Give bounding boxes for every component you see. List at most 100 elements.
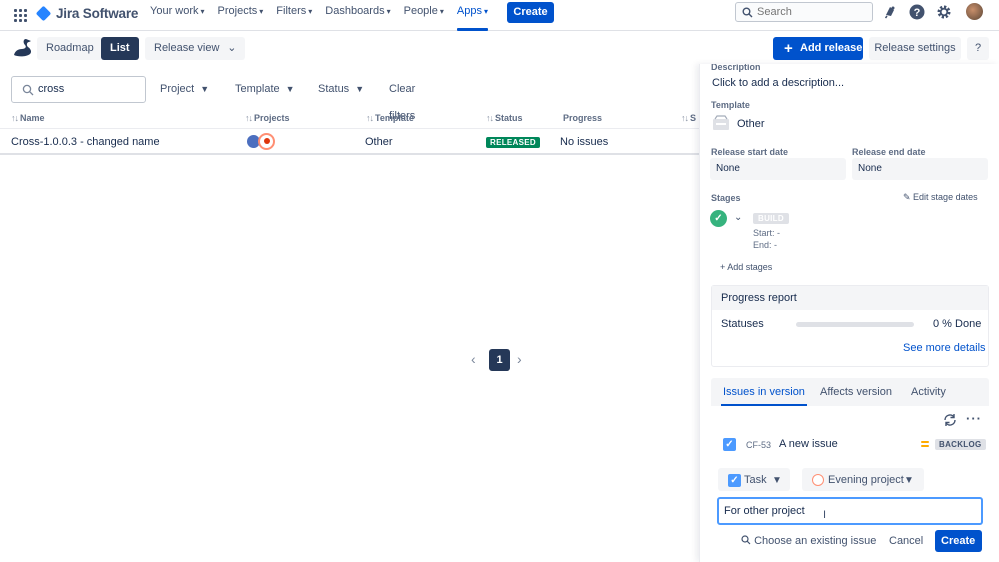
edit-stage-dates-button[interactable]: ✎ Edit stage dates [903,192,978,203]
column-name[interactable]: ↑↓ Name [11,113,45,123]
clear-filters-button[interactable]: Clear filters [389,76,415,122]
nav-dashboards[interactable]: Dashboards ▾ [325,0,390,31]
column-projects[interactable]: ↑↓ Projects [245,113,290,123]
cancel-button[interactable]: Cancel [889,535,923,547]
list-tab[interactable]: List [101,37,139,60]
user-avatar[interactable] [966,3,983,20]
description-field[interactable]: Click to add a description... [712,77,844,89]
table-header: ↑↓ Name ↑↓ Projects ↑↓ Template ↑↓ Status Pr… [11,113,699,126]
chevron-left-icon[interactable]: ‹ [471,351,476,367]
nav-apps[interactable]: Apps ▾ [456,0,489,31]
svg-text:?: ? [914,7,921,19]
project-avatars [245,132,279,152]
refresh-icon[interactable] [943,413,957,427]
help-button[interactable]: ? [967,37,989,60]
jira-logo[interactable]: Jira Software [35,5,139,22]
tab-issues-in-version[interactable]: Issues in version [721,378,807,406]
chevron-down-icon: ▾ [259,7,264,16]
choose-existing-issue-button[interactable]: Choose an existing issue [741,535,876,547]
search-input[interactable] [757,5,867,19]
issue-type-select[interactable]: ✓ Task ▼ [718,468,790,491]
check-icon: ✓ [710,210,727,227]
table-row[interactable]: Cross-1.0.0.3 - changed name Other RELEA… [0,128,699,155]
search-icon [741,535,751,545]
choose-existing-label: Choose an existing issue [754,535,877,547]
start-date-field[interactable]: None [710,158,846,180]
column-template[interactable]: ↑↓ Template [366,113,414,123]
start-date-label: Release start date [711,147,789,157]
add-stages-button[interactable]: + Add stages [720,262,772,272]
release-detail-panel: Description Click to add a description..… [699,64,999,562]
roadmap-tab[interactable]: Roadmap [37,37,103,60]
project-avatar [812,474,824,486]
main-menu: Your work ▾ Projects ▾ Filters ▾ Dashboards… [150,0,501,31]
gear-icon[interactable] [936,4,952,20]
plus-icon: + [784,40,793,57]
create-button[interactable]: Create [507,2,554,23]
issue-summary-input[interactable]: For other project [717,497,983,525]
statuses-label: Statuses [721,318,764,330]
tab-affects-version[interactable]: Affects version [820,378,892,406]
column-status[interactable]: ↑↓ Status [486,113,523,123]
description-label: Description [711,64,761,72]
notifications-icon[interactable] [882,4,898,20]
text-cursor-icon: I [823,509,827,521]
app-name: Jira Software [56,6,139,21]
template-filter[interactable]: Template ▼ [235,76,295,103]
issue-type-value: Task [744,474,767,486]
nav-people[interactable]: People ▾ [404,0,444,31]
chevron-down-icon[interactable]: ⌄ [734,212,742,223]
project-select[interactable]: Evening project ▼ [802,468,924,491]
sort-icon: ↑↓ [486,113,494,123]
app-switcher-icon[interactable] [14,9,27,22]
issue-status-badge: BACKLOG [935,439,986,450]
release-toolbar: Roadmap List Release view ⌄ + Add release … [0,31,999,64]
status-badge: RELEASED [486,137,540,148]
chevron-down-icon: ▼ [355,84,365,94]
project-avatar [258,133,275,150]
page-button[interactable]: 1 [489,349,510,371]
issue-summary[interactable]: A new issue [779,438,838,450]
nav-your-work[interactable]: Your work ▾ [150,0,205,31]
chevron-down-icon: ▼ [772,475,782,486]
column-progress: Progress [563,113,603,123]
release-search[interactable] [11,76,146,103]
sort-icon: ↑↓ [366,113,374,123]
chevron-down-icon: ▼ [200,84,210,94]
more-icon[interactable]: ··· [966,411,982,426]
sort-icon: ↑↓ [11,113,19,123]
chevron-down-icon: ⌄ [227,42,237,54]
template-value[interactable]: Other [737,118,765,130]
nav-filters[interactable]: Filters ▾ [276,0,312,31]
progress-bar [796,322,914,327]
template-icon [713,115,729,130]
release-name[interactable]: Cross-1.0.0.3 - changed name [11,136,160,148]
nav-projects[interactable]: Projects ▾ [218,0,264,31]
pencil-icon: ✎ [903,192,914,202]
release-search-input[interactable] [38,83,138,95]
search-icon [742,7,753,18]
create-issue-button[interactable]: Create [935,530,982,552]
template-label: Template [711,100,750,110]
help-icon[interactable]: ? [909,4,925,20]
global-search[interactable] [735,2,873,22]
release-settings-button[interactable]: Release settings [869,37,961,60]
chevron-down-icon: ▼ [285,84,295,94]
edit-stage-dates-label: Edit stage dates [913,192,978,202]
status-filter[interactable]: Status ▼ [318,76,364,103]
done-percent: 0 % Done [933,318,982,330]
end-date-field[interactable]: None [852,158,988,180]
column-s[interactable]: ↑↓ S [681,113,696,123]
add-release-label: Add release [800,42,863,54]
chevron-right-icon[interactable]: › [517,351,522,367]
release-view-dropdown[interactable]: Release view ⌄ [145,37,246,60]
top-navigation: Jira Software Your work ▾ Projects ▾ Filte… [0,0,999,31]
tab-activity[interactable]: Activity [911,378,946,406]
project-filter[interactable]: Project ▼ [160,76,209,103]
release-template: Other [365,136,393,148]
progress-report-title: Progress report [712,286,988,310]
swan-logo-icon [14,39,32,57]
add-release-button[interactable]: + Add release [773,37,863,60]
issue-key[interactable]: CF-53 [746,440,771,450]
see-more-details-link[interactable]: See more details [903,342,986,354]
